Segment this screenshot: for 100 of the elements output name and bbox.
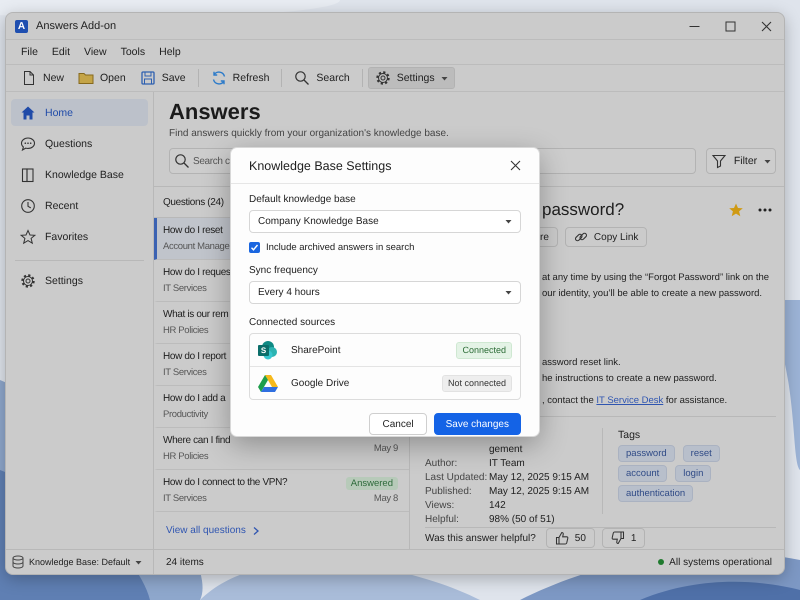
- menu-item[interactable]: Help: [152, 46, 188, 58]
- status-badge: Connected: [456, 342, 512, 358]
- answer-text: he instructions to create a new password.: [542, 372, 717, 386]
- toolbar-button[interactable]: Open: [71, 67, 133, 89]
- meta-label: Views:: [425, 498, 456, 513]
- source-name: SharePoint: [291, 344, 342, 356]
- answer-text: at any time by using the “Forgot Password” link on the: [542, 271, 770, 286]
- knowledge-base-selector[interactable]: Knowledge Base: Default: [12, 555, 142, 569]
- thumbs-down-button[interactable]: 1: [602, 528, 646, 548]
- question-title: How do I report: [163, 350, 226, 364]
- answer-text: assword reset link.: [542, 356, 621, 370]
- dropdown-field[interactable]: Every 4 hours: [249, 281, 521, 304]
- meta-label: Helpful:: [425, 512, 460, 527]
- tag-chip[interactable]: login: [675, 464, 712, 482]
- toolbar-button[interactable]: Refresh: [204, 67, 276, 89]
- tag-chip[interactable]: password: [618, 444, 675, 462]
- sidebar-item[interactable]: Recent: [11, 192, 148, 219]
- search-icon: [174, 153, 190, 169]
- tag-chip[interactable]: reset: [682, 444, 720, 462]
- question-title: How do I reset: [163, 224, 223, 238]
- refresh-icon: [210, 70, 227, 86]
- sidebar-item[interactable]: Home: [11, 99, 148, 126]
- meta-value: IT Team: [489, 456, 526, 471]
- star-icon: [20, 228, 36, 244]
- chevron-right-icon: [252, 526, 260, 536]
- category-label: HR Policies: [163, 324, 208, 337]
- caret-icon: [440, 74, 448, 82]
- status-badge: Not connected: [442, 374, 512, 392]
- question-title: How do I reques: [163, 266, 231, 280]
- meta-label: Author:: [425, 456, 458, 471]
- book-icon: [20, 166, 36, 182]
- question-title: What is our rem: [163, 308, 228, 322]
- status-badge: Answered: [346, 476, 398, 490]
- source-name: Google Drive: [291, 378, 350, 388]
- toolbar-button[interactable]: Search: [287, 67, 357, 89]
- thumbs-down-icon: [610, 531, 625, 546]
- checkbox[interactable]: [249, 242, 260, 252]
- page-subtitle: Find answers quickly from your organization's knowledge base.: [169, 127, 450, 141]
- view-all-link[interactable]: View all questions: [166, 525, 260, 536]
- sidebar-item[interactable]: Settings: [11, 267, 148, 294]
- caret-icon: [764, 158, 772, 164]
- meta-value: gement: [489, 442, 524, 457]
- triangle-logo-icon: [258, 374, 278, 392]
- more-icon[interactable]: [758, 208, 772, 212]
- star-icon[interactable]: [728, 202, 744, 218]
- menu-item[interactable]: Edit: [44, 46, 78, 58]
- page-title: Answers: [169, 98, 262, 126]
- meta-value: 98% (50 of 51): [489, 512, 556, 527]
- question-item[interactable]: How do I connect to the VPN? IT Services Answered May 8: [154, 470, 409, 512]
- copy-link-button[interactable]: Copy Link: [564, 227, 648, 248]
- sidebar-item[interactable]: Questions: [11, 130, 148, 157]
- question-title: Where can I find: [163, 434, 230, 448]
- close-icon: [510, 160, 521, 171]
- chat-bubble-icon: [20, 136, 36, 152]
- feedback-question: Was this answer helpful?: [425, 532, 536, 544]
- answer-title: password?: [542, 200, 626, 220]
- category-label: IT Services: [163, 282, 206, 295]
- database-icon: [12, 555, 24, 569]
- field-label: Sync frequency: [249, 264, 319, 278]
- toolbar-button[interactable]: New: [14, 67, 72, 89]
- service-desk-link[interactable]: IT Service Desk: [596, 395, 664, 406]
- toolbar-button[interactable]: Save: [132, 67, 193, 89]
- save-button[interactable]: Save changes: [434, 413, 521, 435]
- question-title: How do I connect to the VPN?: [163, 476, 288, 490]
- document-icon: [21, 70, 37, 86]
- dialog-title: Knowledge Base Settings: [249, 158, 392, 172]
- status-dot: [658, 559, 664, 565]
- list-heading: Questions (24): [163, 196, 224, 208]
- close-icon: [760, 20, 772, 32]
- app-logo: A: [15, 20, 28, 32]
- menu-item[interactable]: File: [14, 46, 45, 58]
- thumbs-up-button[interactable]: 50: [546, 528, 595, 548]
- clock-icon: [20, 198, 36, 214]
- search-icon: [294, 70, 310, 86]
- menu-item[interactable]: Tools: [114, 46, 152, 58]
- date-label: May 8: [374, 492, 398, 504]
- category-label: Account Manage: [163, 240, 230, 253]
- checkbox-label: Include archived answers in search: [266, 242, 414, 252]
- meta-label: Published:: [425, 484, 473, 499]
- dropdown-field[interactable]: Company Knowledge Base: [249, 210, 521, 233]
- tag-chip[interactable]: account: [618, 464, 668, 482]
- meta-value: May 12, 2025 9:15 AM: [489, 470, 590, 485]
- category-label: Productivity: [163, 408, 208, 421]
- sidebar-item[interactable]: Favorites: [11, 223, 148, 250]
- meta-value: May 12, 2025 9:15 AM: [489, 484, 590, 499]
- toolbar-button[interactable]: Settings: [368, 67, 455, 89]
- thumbs-up-icon: [554, 531, 569, 546]
- settings-icon: [20, 272, 36, 288]
- answer-text: , contact the IT Service Desk for assistance.: [542, 394, 728, 408]
- filter-icon: [710, 153, 727, 169]
- cancel-button[interactable]: Cancel: [369, 413, 427, 435]
- filter-button[interactable]: Filter: [706, 148, 776, 174]
- window-title: Answers Add-on: [36, 20, 118, 32]
- tag-chip[interactable]: authentication: [618, 484, 694, 502]
- menu-item[interactable]: View: [77, 46, 114, 58]
- settings-icon: [374, 70, 391, 86]
- category-label: HR Policies: [163, 450, 208, 463]
- item-count: 24 items: [166, 556, 204, 568]
- section-heading: Connected sources: [249, 316, 336, 330]
- sidebar-item[interactable]: Knowledge Base: [11, 161, 148, 188]
